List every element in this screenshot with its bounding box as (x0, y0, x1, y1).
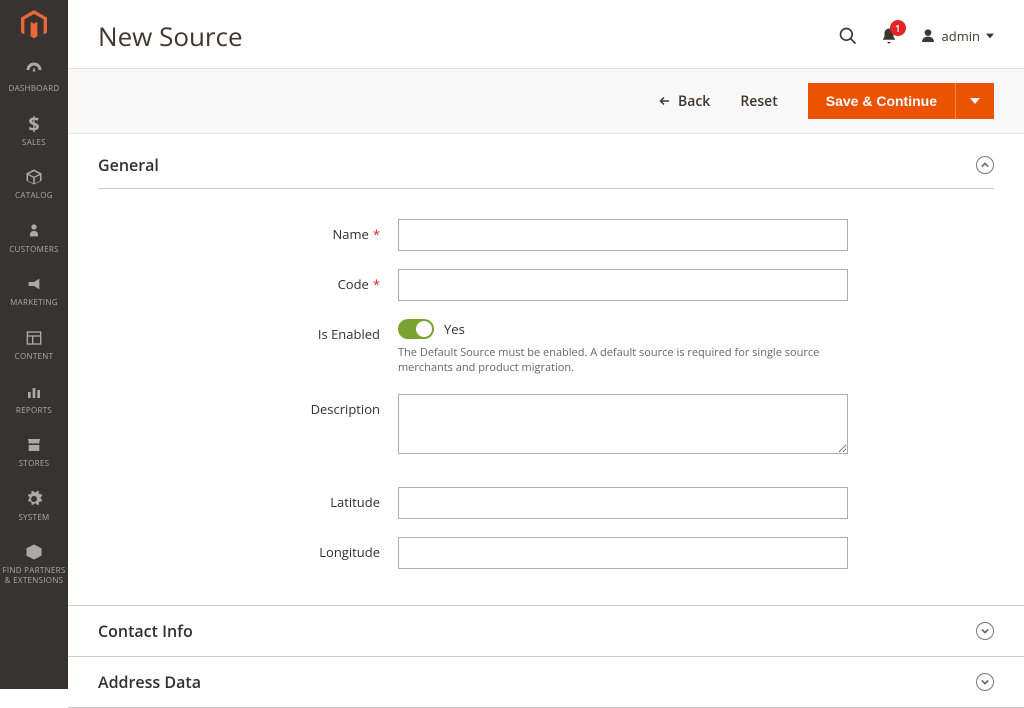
dollar-icon: $ (28, 114, 39, 134)
enabled-toggle[interactable] (398, 319, 434, 339)
sidebar-label: Catalog (15, 191, 53, 201)
field-row-description: Description (98, 394, 994, 459)
toggle-knob (416, 321, 432, 337)
sidebar-label: Sales (22, 138, 46, 148)
expand-down-icon (976, 622, 994, 640)
sidebar-item-sales[interactable]: $ Sales (0, 104, 68, 158)
user-account-menu[interactable]: admin (920, 27, 994, 45)
field-row-latitude: Latitude (98, 487, 994, 519)
section-address-header[interactable]: Address Data (98, 657, 994, 707)
required-mark: * (373, 275, 380, 293)
page-header: New Source 1 admin (68, 0, 1024, 68)
sidebar-label: Find Partners & Extensions (2, 566, 66, 585)
sidebar-item-marketing[interactable]: Marketing (0, 264, 68, 318)
magento-logo-icon (21, 10, 47, 40)
longitude-input[interactable] (398, 537, 848, 569)
sidebar-item-dashboard[interactable]: Dashboard (0, 50, 68, 104)
back-label: Back (678, 92, 710, 111)
field-row-name: Name* (98, 219, 994, 251)
action-bar: Back Reset Save & Continue (68, 68, 1024, 134)
bar-chart-icon (25, 382, 43, 402)
megaphone-icon (25, 274, 43, 294)
section-contact-header[interactable]: Contact Info (98, 606, 994, 656)
longitude-label: Longitude (98, 537, 398, 561)
sidebar-label: Marketing (10, 298, 58, 308)
enabled-help-text: The Default Source must be enabled. A de… (398, 345, 848, 376)
user-name: admin (942, 27, 980, 45)
section-title: Contact Info (98, 620, 193, 642)
sidebar-label: Customers (9, 245, 59, 255)
save-dropdown-toggle[interactable] (955, 83, 994, 119)
notifications-icon[interactable]: 1 (880, 26, 898, 46)
puzzle-icon (25, 542, 43, 562)
main-content: New Source 1 admin Back Reset Save & (68, 0, 1024, 708)
chevron-down-icon (986, 32, 994, 40)
code-input[interactable] (398, 269, 848, 301)
section-general-header[interactable]: General (98, 134, 994, 189)
page-title: New Source (98, 18, 243, 54)
sidebar-item-partners[interactable]: Find Partners & Extensions (0, 532, 68, 595)
triangle-down-icon (970, 97, 980, 105)
sidebar-label: Stores (19, 459, 50, 469)
gear-icon (25, 489, 43, 509)
layout-icon (25, 328, 43, 348)
sidebar-label: System (18, 513, 49, 523)
sidebar-item-customers[interactable]: Customers (0, 211, 68, 265)
collapse-up-icon (976, 156, 994, 174)
search-icon[interactable] (838, 26, 858, 46)
latitude-input[interactable] (398, 487, 848, 519)
sidebar-label: Reports (16, 406, 52, 416)
dashboard-icon (25, 60, 43, 80)
description-label: Description (98, 394, 398, 418)
enabled-label: Is Enabled (98, 319, 398, 343)
latitude-label: Latitude (98, 487, 398, 511)
reset-button[interactable]: Reset (740, 92, 777, 111)
reset-label: Reset (740, 92, 777, 111)
field-row-longitude: Longitude (98, 537, 994, 569)
name-input[interactable] (398, 219, 848, 251)
user-icon (920, 28, 936, 44)
field-row-enabled: Is Enabled Yes The Default Source must b… (98, 319, 994, 376)
sidebar-label: Dashboard (8, 84, 59, 94)
section-address: Address Data (68, 657, 1024, 708)
expand-down-icon (976, 673, 994, 691)
sidebar-item-stores[interactable]: Stores (0, 425, 68, 479)
section-general: General Name* Code* (68, 134, 1024, 605)
name-label: Name* (98, 219, 398, 243)
magento-logo[interactable] (0, 0, 68, 50)
store-icon (25, 435, 43, 455)
person-icon (26, 221, 42, 241)
code-label: Code* (98, 269, 398, 293)
required-mark: * (373, 225, 380, 243)
section-general-body: Name* Code* Is Enabled (98, 189, 994, 605)
enabled-value: Yes (444, 320, 465, 338)
section-title: Address Data (98, 671, 201, 693)
arrow-left-icon (658, 95, 672, 107)
field-row-code: Code* (98, 269, 994, 301)
sidebar-label: Content (15, 352, 54, 362)
description-textarea[interactable] (398, 394, 848, 454)
notification-badge: 1 (890, 20, 906, 36)
box-icon (25, 167, 43, 187)
admin-sidebar: Dashboard $ Sales Catalog Customers Mark… (0, 0, 68, 689)
section-contact: Contact Info (68, 605, 1024, 657)
save-continue-button[interactable]: Save & Continue (808, 83, 955, 119)
back-button[interactable]: Back (658, 92, 710, 111)
sidebar-item-content[interactable]: Content (0, 318, 68, 372)
save-button-group: Save & Continue (808, 83, 994, 119)
sidebar-item-reports[interactable]: Reports (0, 372, 68, 426)
header-actions: 1 admin (838, 26, 994, 46)
sidebar-item-system[interactable]: System (0, 479, 68, 533)
sidebar-item-catalog[interactable]: Catalog (0, 157, 68, 211)
section-title: General (98, 154, 159, 176)
